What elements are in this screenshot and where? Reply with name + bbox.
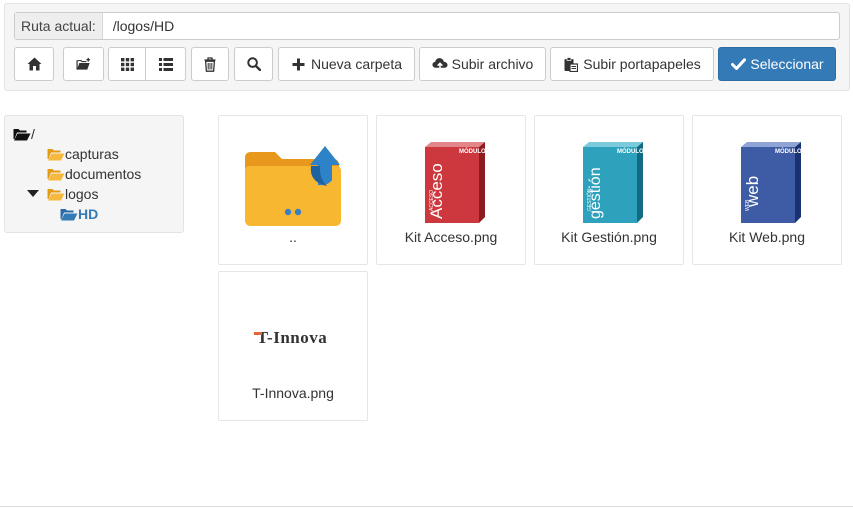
box-top-text: MÓDULO	[775, 147, 802, 155]
parent-folder-icon	[219, 130, 367, 234]
product-box-image: MÓDULO web WEB	[693, 130, 841, 234]
home-button[interactable]	[14, 47, 54, 81]
box-small-text: GESTIÓN	[586, 188, 593, 211]
box-small-text: WEB	[745, 199, 751, 211]
t-innova-logo-image: T-Innova	[219, 286, 367, 390]
search-button[interactable]	[234, 47, 273, 81]
upload-clipboard-button[interactable]: Subir portapapeles	[550, 47, 714, 81]
box-top-text: MÓDULO	[617, 147, 644, 155]
tree-item-hd[interactable]: HD	[60, 204, 98, 224]
tree-root[interactable]: /	[13, 124, 35, 144]
file-tile-parent[interactable]: ..	[218, 115, 368, 265]
tree-item-capturas[interactable]: capturas	[47, 144, 119, 164]
folder-open-icon	[60, 206, 78, 222]
file-tile[interactable]: T-Innova T-Innova.png	[218, 271, 368, 421]
box-small-text: ACCESO	[429, 190, 435, 211]
upload-file-button[interactable]: Subir archivo	[419, 47, 546, 81]
list-view-button[interactable]	[146, 47, 186, 81]
folder-tree: / capturas documentos logos HD	[4, 115, 184, 233]
plus-icon	[291, 56, 307, 72]
list-icon	[158, 56, 174, 72]
toolbar-panel: Ruta actual: /logos/HD Nueva carpeta Sub…	[4, 3, 850, 91]
new-folder-button[interactable]: Nueva carpeta	[278, 47, 415, 81]
home-icon	[26, 56, 42, 72]
grid-view-button[interactable]	[108, 47, 146, 81]
folder-open-icon	[13, 126, 31, 142]
delete-button[interactable]	[191, 47, 229, 81]
folder-open-icon	[47, 146, 65, 162]
current-path-label: Ruta actual:	[15, 13, 103, 39]
folder-open-icon	[47, 166, 65, 182]
search-icon	[246, 56, 262, 72]
box-top-text: MÓDULO	[459, 147, 486, 155]
product-box-image: MÓDULO gestión GESTIÓN	[535, 130, 683, 234]
grid-icon	[119, 56, 135, 72]
file-tile[interactable]: MÓDULO Acceso ACCESO Kit Acceso.png	[376, 115, 526, 265]
clipboard-icon	[563, 56, 579, 72]
file-tile[interactable]: MÓDULO gestión GESTIÓN Kit Gestión.png	[534, 115, 684, 265]
current-path-input[interactable]	[102, 13, 839, 39]
file-tile[interactable]: MÓDULO web WEB Kit Web.png	[692, 115, 842, 265]
select-button[interactable]: Seleccionar	[718, 47, 836, 81]
current-path-group: Ruta actual:	[14, 12, 840, 40]
logo-text: T-Innova	[257, 328, 327, 347]
trash-icon	[202, 56, 218, 72]
caret-down-icon[interactable]	[27, 186, 47, 202]
tree-item-documentos[interactable]: documentos	[47, 164, 141, 184]
check-icon	[730, 56, 746, 72]
new-subfolder-button[interactable]	[63, 47, 104, 81]
tree-item-logos[interactable]: logos	[27, 184, 98, 204]
cloud-upload-icon	[432, 56, 448, 72]
bottom-divider	[0, 506, 853, 507]
folder-plus-icon	[75, 56, 92, 72]
folder-open-icon	[47, 186, 65, 202]
product-box-image: MÓDULO Acceso ACCESO	[377, 130, 525, 234]
